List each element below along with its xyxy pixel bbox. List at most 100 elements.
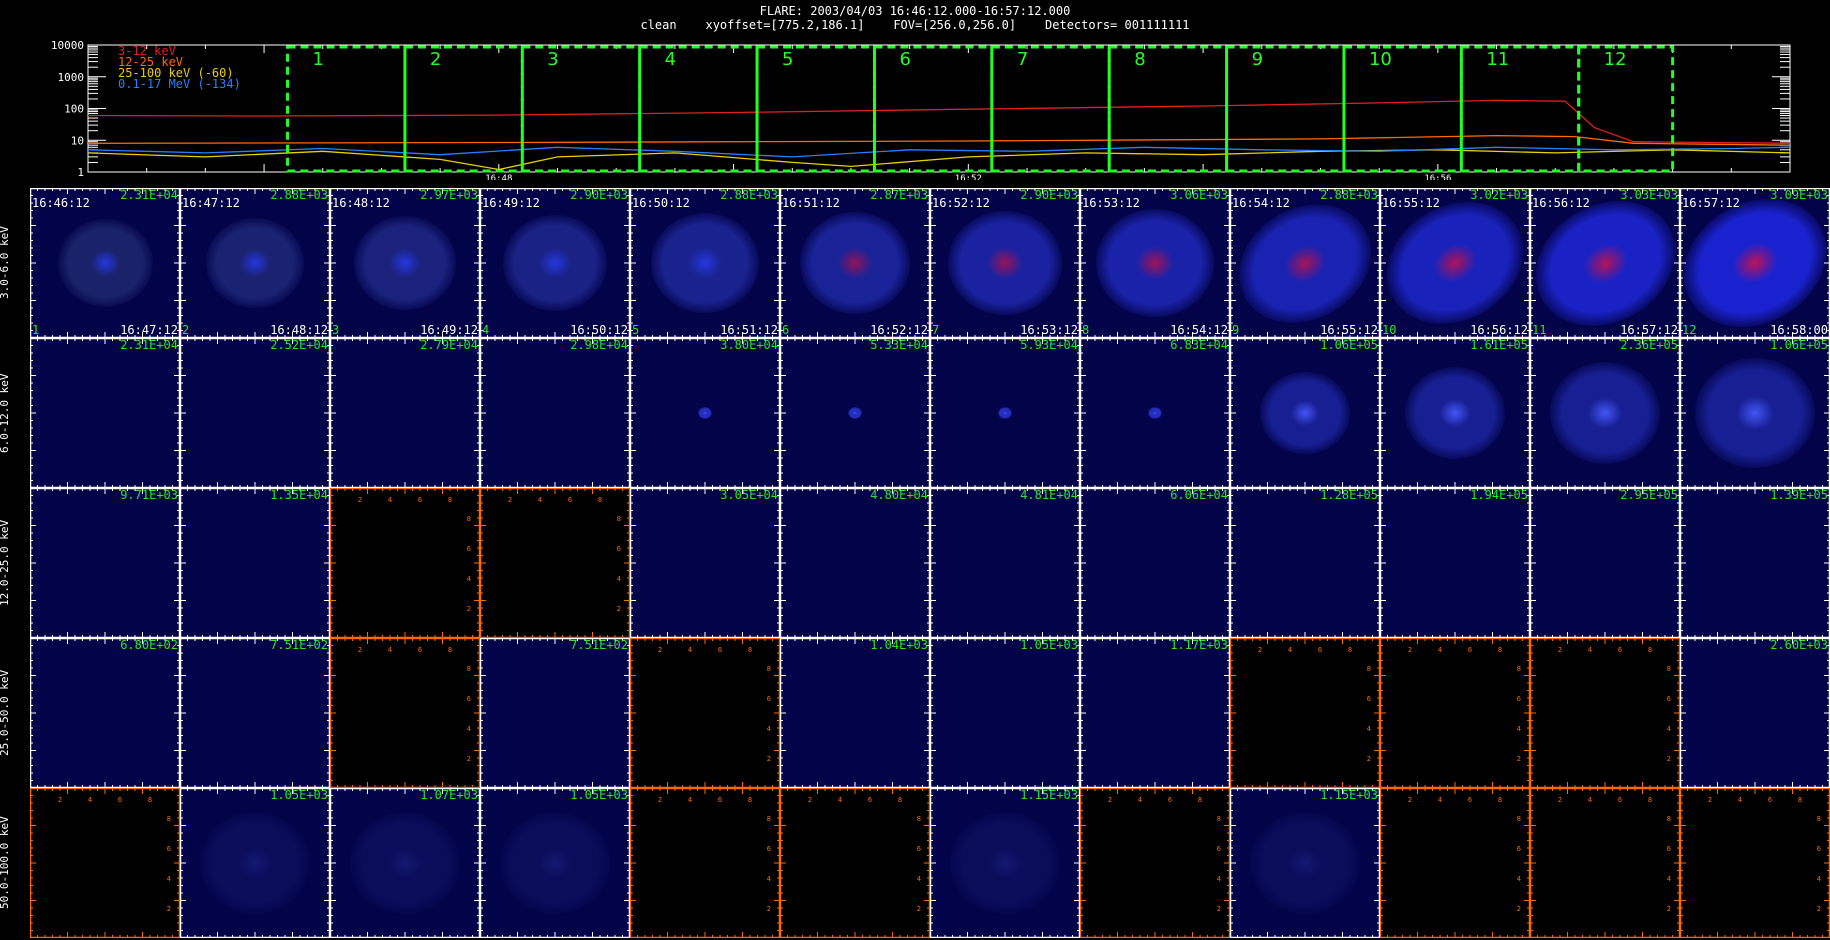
cell-border — [930, 638, 1080, 788]
tick-label-top: 2 — [658, 796, 662, 804]
tick-label-right: 4 — [617, 575, 621, 583]
peak-value: 3.80E+04 — [720, 338, 778, 352]
interval-end-time: 16:57:12 — [1620, 323, 1678, 337]
interval-end-time: 16:50:12 — [570, 323, 628, 337]
image-cell: 22446688 — [1530, 788, 1680, 938]
tick-label-top: 2 — [358, 496, 362, 504]
peak-value: 6.06E+04 — [1170, 488, 1228, 502]
interval-start-time: 16:55:12 — [1382, 196, 1440, 210]
image-cell: 6.83E+04 — [1080, 338, 1230, 488]
image-cell: 2.60E+03 — [1680, 638, 1830, 788]
cell-axes: 2 2 4 4 6 6 8 8 — [330, 488, 480, 638]
cell-border — [1230, 188, 1380, 338]
cell-border — [1380, 488, 1530, 638]
cell-border — [480, 188, 630, 338]
interval-end-time: 16:47:12 — [120, 323, 178, 337]
image-cell: 1.07E+03 — [330, 788, 480, 938]
tick-label-top: 2 — [658, 646, 662, 654]
image-cell: 7.51E+02 — [180, 638, 330, 788]
tick-label-top: 6 — [118, 796, 122, 804]
image-cell: 1.04E+03 — [780, 638, 930, 788]
tick-label-top: 2 — [1408, 646, 1412, 654]
tick-label-top: 8 — [448, 496, 452, 504]
interval-index: 11 — [1532, 323, 1547, 337]
interval-box — [1107, 45, 1229, 173]
tick-label-top: 4 — [1138, 796, 1142, 804]
tick-label-right: 6 — [1367, 695, 1371, 703]
interval-label: 8 — [1134, 49, 1145, 70]
lightcurve-chart: 100001000100101 16:48 16:52 16:563-12 keV12… — [51, 40, 1791, 180]
tick-label-right: 2 — [167, 905, 171, 913]
cell-border — [630, 788, 780, 938]
cell-axes — [1080, 188, 1230, 338]
tick-label-top: 2 — [358, 646, 362, 654]
interval-index: 7 — [932, 323, 940, 337]
tick-label-top: 8 — [448, 646, 452, 654]
tick-label-top: 4 — [688, 646, 692, 654]
tick-label-right: 4 — [1517, 725, 1521, 733]
peak-value: 1.05E+03 — [270, 788, 328, 802]
tick-label-top: 6 — [718, 646, 722, 654]
peak-value: 2.98E+04 — [570, 338, 628, 352]
interval-start-time: 16:54:12 — [1232, 196, 1290, 210]
cell-border — [1230, 338, 1380, 488]
x-tick-label: 16:56 — [1424, 174, 1451, 180]
image-cell: 1.15E+03 — [930, 788, 1080, 938]
image-cell: 2.88E+03 16:50:12 16:51:12 5 — [630, 188, 780, 338]
peak-value: 2.31E+04 — [120, 338, 178, 352]
cell-border — [1680, 638, 1830, 788]
cell-border — [180, 338, 330, 488]
image-cell: 22446688 — [780, 788, 930, 938]
image-cell: 1.39E+05 — [1680, 488, 1830, 638]
cell-border — [630, 188, 780, 338]
cell-axes: 2 2 4 4 6 6 8 8 — [330, 638, 480, 788]
cell-border — [630, 338, 780, 488]
cell-border — [30, 638, 180, 788]
interval-end-time: 16:51:12 — [720, 323, 778, 337]
tick-label-right: 8 — [167, 815, 171, 823]
interval-end-time: 16:53:12 — [1020, 323, 1078, 337]
cell-axes — [1530, 188, 1680, 338]
peak-value: 9.71E+03 — [120, 488, 178, 502]
tick-label-top: 8 — [748, 796, 752, 804]
cell-border — [780, 188, 930, 338]
energy-band-label: 50.0-100.0 keV — [0, 816, 11, 910]
image-cell: 22446688 — [1380, 638, 1530, 788]
cell-axes: 2 2 4 4 6 6 8 8 — [480, 488, 630, 638]
interval-label: 4 — [665, 49, 676, 70]
tick-label-top: 6 — [718, 796, 722, 804]
cell-axes — [930, 788, 1080, 938]
cell-border — [1080, 638, 1230, 788]
cell-axes — [1530, 488, 1680, 638]
image-cell: 3.09E+03 16:57:12 16:58:00 12 — [1680, 188, 1830, 338]
tick-label-right: 8 — [767, 665, 771, 673]
energy-band-label: 12.0-25.0 keV — [0, 519, 11, 607]
cell-axes — [1080, 338, 1230, 488]
interval-start-time: 16:48:12 — [332, 196, 390, 210]
cell-border — [630, 488, 780, 638]
cell-axes — [180, 488, 330, 638]
image-cell: 2.97E+03 16:48:12 16:49:12 3 — [330, 188, 480, 338]
interval-start-time: 16:56:12 — [1532, 196, 1590, 210]
image-cell: 4.81E+04 — [930, 488, 1080, 638]
image-cell: 2.90E+03 16:49:12 16:50:12 4 — [480, 188, 630, 338]
cell-border — [180, 788, 330, 938]
tick-label-right: 2 — [1517, 905, 1521, 913]
tick-label-right: 4 — [467, 725, 471, 733]
tick-label-top: 8 — [748, 646, 752, 654]
x-tick-label: 16:48 — [485, 174, 512, 180]
cell-border — [930, 338, 1080, 488]
image-cell: 2.31E+04 — [30, 338, 180, 488]
cell-border — [1530, 488, 1680, 638]
cell-border — [480, 338, 630, 488]
cell-axes: 2 2 4 4 6 6 8 8 — [1230, 638, 1380, 788]
interval-label: 9 — [1252, 49, 1263, 70]
tick-label-right: 2 — [917, 905, 921, 913]
cell-axes — [780, 188, 930, 338]
cell-border — [180, 188, 330, 338]
interval-label: 10 — [1369, 49, 1392, 70]
interval-start-time: 16:47:12 — [182, 196, 240, 210]
cell-border — [930, 788, 1080, 938]
image-cell: 1.06E+05 — [1680, 338, 1830, 488]
tick-label-right: 2 — [767, 755, 771, 763]
